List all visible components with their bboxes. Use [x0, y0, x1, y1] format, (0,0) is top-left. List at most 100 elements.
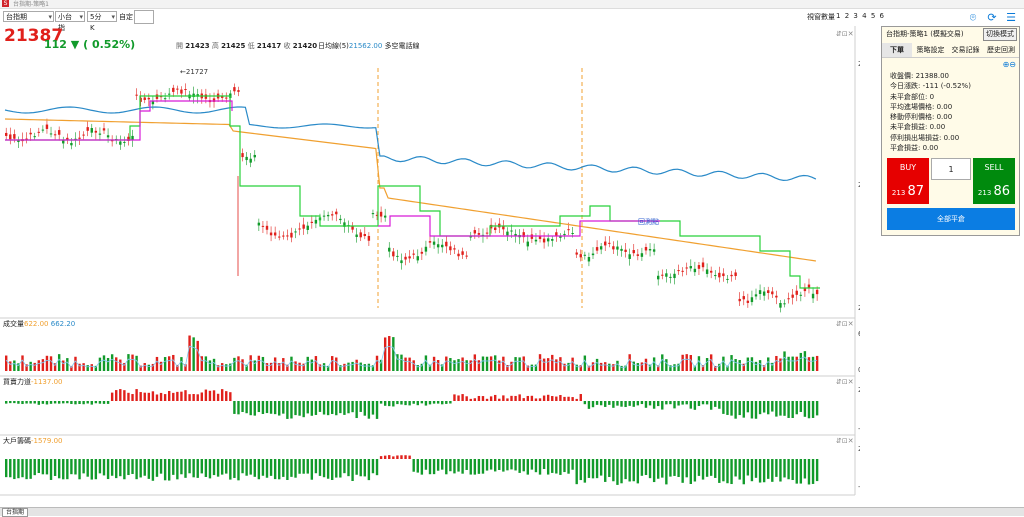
volume-bar [705, 358, 709, 371]
buysell-bar [762, 401, 766, 413]
buysell-bar [453, 394, 456, 401]
bigorder-bar [339, 459, 342, 478]
candle-body [428, 241, 432, 243]
buysell-bar [701, 401, 705, 405]
bigorder-bar [420, 459, 424, 475]
contract-select[interactable]: 小台指 [55, 11, 85, 32]
volume-bar [608, 363, 611, 371]
candle-body [302, 224, 305, 229]
tab-trade-log[interactable]: 交易記錄 [948, 43, 983, 57]
section-2[interactable]: 2 [845, 12, 850, 20]
buysell-bar [310, 401, 314, 416]
bigorder-bar [5, 459, 8, 478]
candle-body [767, 290, 770, 294]
tab-backtest[interactable]: 歷史回測 [983, 43, 1019, 57]
broadcast-icon[interactable]: ⌾ [966, 11, 980, 25]
candle-body [775, 295, 778, 298]
bigorder-bar [216, 459, 220, 477]
bigorder-bar [518, 459, 521, 473]
candle-body [371, 213, 375, 215]
bigorder-bar [123, 459, 126, 480]
bigorder-bar [98, 459, 102, 474]
section-5[interactable]: 5 [871, 12, 876, 20]
custom-period-input[interactable] [134, 10, 154, 24]
bigorder-bar [102, 459, 106, 476]
bigorder-bar [180, 459, 183, 475]
buysell-bar [163, 394, 167, 401]
bigorder-bar [188, 459, 191, 474]
bigorder-bar [94, 459, 98, 480]
section-1[interactable]: 1 [836, 12, 841, 20]
bigorder-bar [530, 459, 534, 470]
volume-bar [538, 354, 542, 371]
switch-mode-button[interactable]: 切換模式 [983, 28, 1017, 41]
bottom-tab[interactable]: 台指期 [2, 508, 29, 517]
buysell-bar [815, 401, 819, 416]
tab-strategy[interactable]: 策略設定 [913, 43, 948, 57]
bigorder-bar [13, 459, 16, 480]
bigorder-bar [449, 459, 452, 472]
section-3[interactable]: 3 [853, 12, 858, 20]
candle-body [567, 229, 570, 231]
candle-body [579, 254, 582, 258]
sell-button[interactable]: SELL 213 86 [973, 158, 1015, 204]
bigorder-bar [25, 459, 28, 480]
refresh-icon[interactable]: ⟳ [985, 11, 999, 25]
volume-bar [791, 356, 794, 371]
candle-body [278, 236, 281, 238]
bigorder-bar [106, 459, 110, 480]
close-all-button[interactable]: 全部平倉 [887, 208, 1015, 230]
buy-button[interactable]: BUY 213 87 [887, 158, 929, 204]
bigorder-bar [131, 459, 134, 474]
candle-body [624, 249, 627, 252]
zoom-controls[interactable]: ⊕⊖ [1003, 60, 1016, 69]
candle-body [225, 97, 228, 99]
candle-body [106, 135, 110, 138]
candle-body [494, 227, 497, 231]
bigorder-bar [196, 459, 199, 478]
price-tick-label: 21537 [858, 181, 860, 189]
symbol-select[interactable]: 台指期 [3, 11, 54, 23]
bigorder-bar [473, 459, 477, 475]
volume-bar [359, 362, 362, 371]
candle-body [701, 262, 705, 268]
buysell-bar [661, 401, 664, 410]
tab-order[interactable]: 下單 [882, 43, 912, 57]
buysell-bar [347, 401, 350, 414]
volume-bar [306, 356, 309, 371]
section-6[interactable]: 6 [880, 12, 885, 20]
volume-bar [673, 364, 676, 371]
bigorder-bar [269, 459, 273, 476]
candle-body [551, 239, 554, 241]
candle-body [432, 241, 436, 245]
period-select[interactable]: 5分K [87, 11, 117, 32]
volume-bar [273, 357, 277, 371]
buysell-bar [436, 401, 440, 404]
axes: ⇵⊡✕ ⇵⊡✕ ⇵⊡✕ ⇵⊡✕ 21742 21537 21332 6000 0 2000 -400… [0, 26, 860, 496]
candle-body [298, 228, 301, 230]
candle-body [331, 214, 334, 216]
buysell-bar [25, 401, 28, 404]
buysell-bar [220, 389, 224, 401]
buysell-bar [245, 401, 248, 414]
candle-body [669, 276, 672, 278]
volume-v2: 662.20 [50, 320, 76, 328]
quantity-input[interactable]: 1 [931, 158, 971, 180]
volume-bar [249, 355, 252, 371]
section-numbers[interactable]: 1 2 3 4 5 6 [836, 12, 885, 20]
buysell-bar [37, 401, 40, 405]
bigorder-bar [604, 459, 607, 482]
entry-tag: 回測點 [638, 217, 659, 226]
user-list-icon[interactable]: ☰ [1004, 11, 1018, 25]
buysell-bar [119, 389, 122, 401]
candle-body [815, 289, 819, 295]
volume-bar [738, 360, 741, 371]
volume-bar [542, 358, 546, 371]
price-chart[interactable]: ←21727 回測點 ⇵⊡✕ ⇵⊡✕ ⇵⊡✕ ⇵⊡✕ 21742 21537 21332 600… [0, 26, 860, 506]
bigorder-bar [375, 459, 379, 476]
volume-bar [282, 358, 285, 371]
zoom-out-icon[interactable]: ⊖ [1009, 60, 1016, 69]
bigorder-bar [115, 459, 118, 479]
candle-body [449, 246, 452, 251]
section-4[interactable]: 4 [862, 12, 867, 20]
